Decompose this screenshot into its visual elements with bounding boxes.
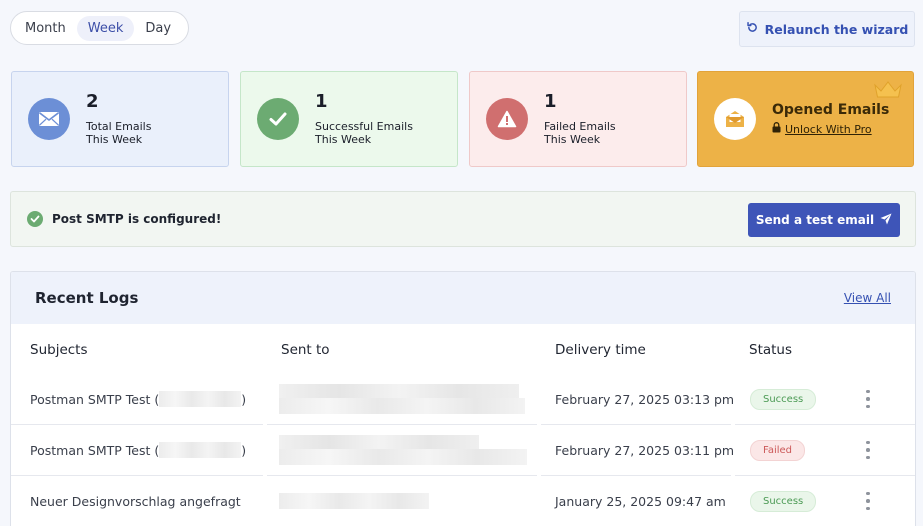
recent-logs-panel: Recent Logs View All Subjects Sent to De…	[10, 271, 916, 526]
row-actions	[866, 476, 870, 526]
redacted-recipient	[279, 384, 519, 398]
subject-text: Neuer Designvorschlag angefragt	[30, 493, 241, 509]
column-header-delivery-time: Delivery time	[555, 342, 646, 358]
stat-label: Total Emails	[86, 120, 152, 133]
period-option-day[interactable]: Day	[134, 16, 182, 41]
table-row: Neuer Designvorschlag angefragt January …	[11, 476, 915, 526]
stat-label: Failed Emails	[544, 120, 616, 133]
redacted-text	[159, 442, 242, 458]
check-icon	[257, 98, 299, 140]
more-vertical-icon[interactable]	[866, 491, 870, 511]
redacted-recipient	[279, 493, 429, 509]
stat-number: 2	[86, 91, 99, 112]
smtp-configured-message: Post SMTP is configured!	[52, 212, 222, 226]
relaunch-wizard-button[interactable]: Relaunch the wizard	[739, 11, 915, 47]
row-status: Success	[750, 476, 817, 526]
subject-suffix: )	[241, 442, 247, 458]
view-all-link[interactable]: View All	[844, 291, 891, 305]
stat-card-failed: 1 Failed Emails This Week	[469, 71, 687, 167]
unlock-with-pro-link[interactable]: Unlock With Pro	[772, 122, 889, 136]
subject-text: Postman SMTP Test (	[30, 391, 160, 407]
unlock-label: Unlock With Pro	[785, 122, 872, 136]
redacted-recipient	[279, 435, 479, 449]
row-delivery-time: February 27, 2025 03:13 pm	[555, 391, 735, 407]
logs-header: Recent Logs View All	[11, 272, 915, 324]
redacted-recipient	[279, 398, 525, 414]
row-actions	[866, 374, 870, 424]
column-header-sent-to: Sent to	[281, 342, 330, 358]
row-actions	[866, 425, 870, 475]
refresh-icon	[746, 21, 759, 37]
row-delivery-time: February 27, 2025 03:11 pm	[555, 442, 735, 458]
stat-sublabel: This Week	[315, 133, 372, 146]
envelope-icon	[28, 98, 70, 140]
paper-plane-icon	[880, 213, 892, 228]
row-status: Success	[750, 374, 817, 424]
redacted-recipient	[279, 449, 527, 465]
row-subject: Postman SMTP Test ( )	[30, 425, 246, 475]
subject-suffix: )	[241, 391, 247, 407]
row-recipient	[279, 425, 527, 475]
redacted-text	[159, 391, 242, 407]
row-recipient	[279, 374, 525, 424]
warning-icon	[486, 98, 528, 140]
relaunch-label: Relaunch the wizard	[764, 21, 909, 37]
subject-text: Postman SMTP Test (	[30, 442, 160, 458]
table-row: Postman SMTP Test ( ) February 27, 2025 …	[11, 425, 915, 475]
stat-card-opened: Opened Emails Unlock With Pro	[697, 71, 914, 167]
lock-icon	[772, 122, 781, 136]
status-badge: Failed	[750, 439, 806, 461]
send-test-email-button[interactable]: Send a test email	[748, 203, 900, 237]
period-toggle: Month Week Day	[10, 11, 189, 45]
stat-number: 1	[544, 91, 557, 112]
row-subject: Postman SMTP Test ( )	[30, 374, 246, 424]
logs-title: Recent Logs	[35, 289, 139, 307]
stat-sublabel: This Week	[544, 133, 601, 146]
row-subject: Neuer Designvorschlag angefragt	[30, 476, 241, 526]
row-delivery-time: January 25, 2025 09:47 am	[555, 493, 726, 509]
row-status: Failed	[750, 425, 806, 475]
stat-sublabel: This Week	[86, 133, 143, 146]
status-badge: Success	[750, 490, 817, 512]
row-recipient	[279, 476, 429, 526]
stat-label: Successful Emails	[315, 120, 413, 133]
more-vertical-icon[interactable]	[866, 389, 870, 409]
stat-card-successful: 1 Successful Emails This Week	[240, 71, 458, 167]
column-header-status: Status	[749, 342, 793, 358]
smtp-status-bar: Post SMTP is configured! Send a test ema…	[10, 191, 916, 247]
check-circle-icon	[27, 211, 43, 227]
stat-number: 1	[315, 91, 328, 112]
period-option-week[interactable]: Week	[76, 15, 135, 41]
status-badge: Success	[750, 388, 817, 410]
crown-icon	[873, 80, 903, 104]
period-option-month[interactable]: Month	[14, 16, 77, 41]
opened-emails-title: Opened Emails	[772, 102, 890, 118]
stat-card-total: 2 Total Emails This Week	[11, 71, 229, 167]
more-vertical-icon[interactable]	[866, 440, 870, 460]
column-header-subjects: Subjects	[30, 342, 88, 358]
table-row: Postman SMTP Test ( ) February 27, 2025 …	[11, 374, 915, 424]
open-envelope-icon	[714, 98, 756, 140]
send-label: Send a test email	[755, 213, 875, 227]
